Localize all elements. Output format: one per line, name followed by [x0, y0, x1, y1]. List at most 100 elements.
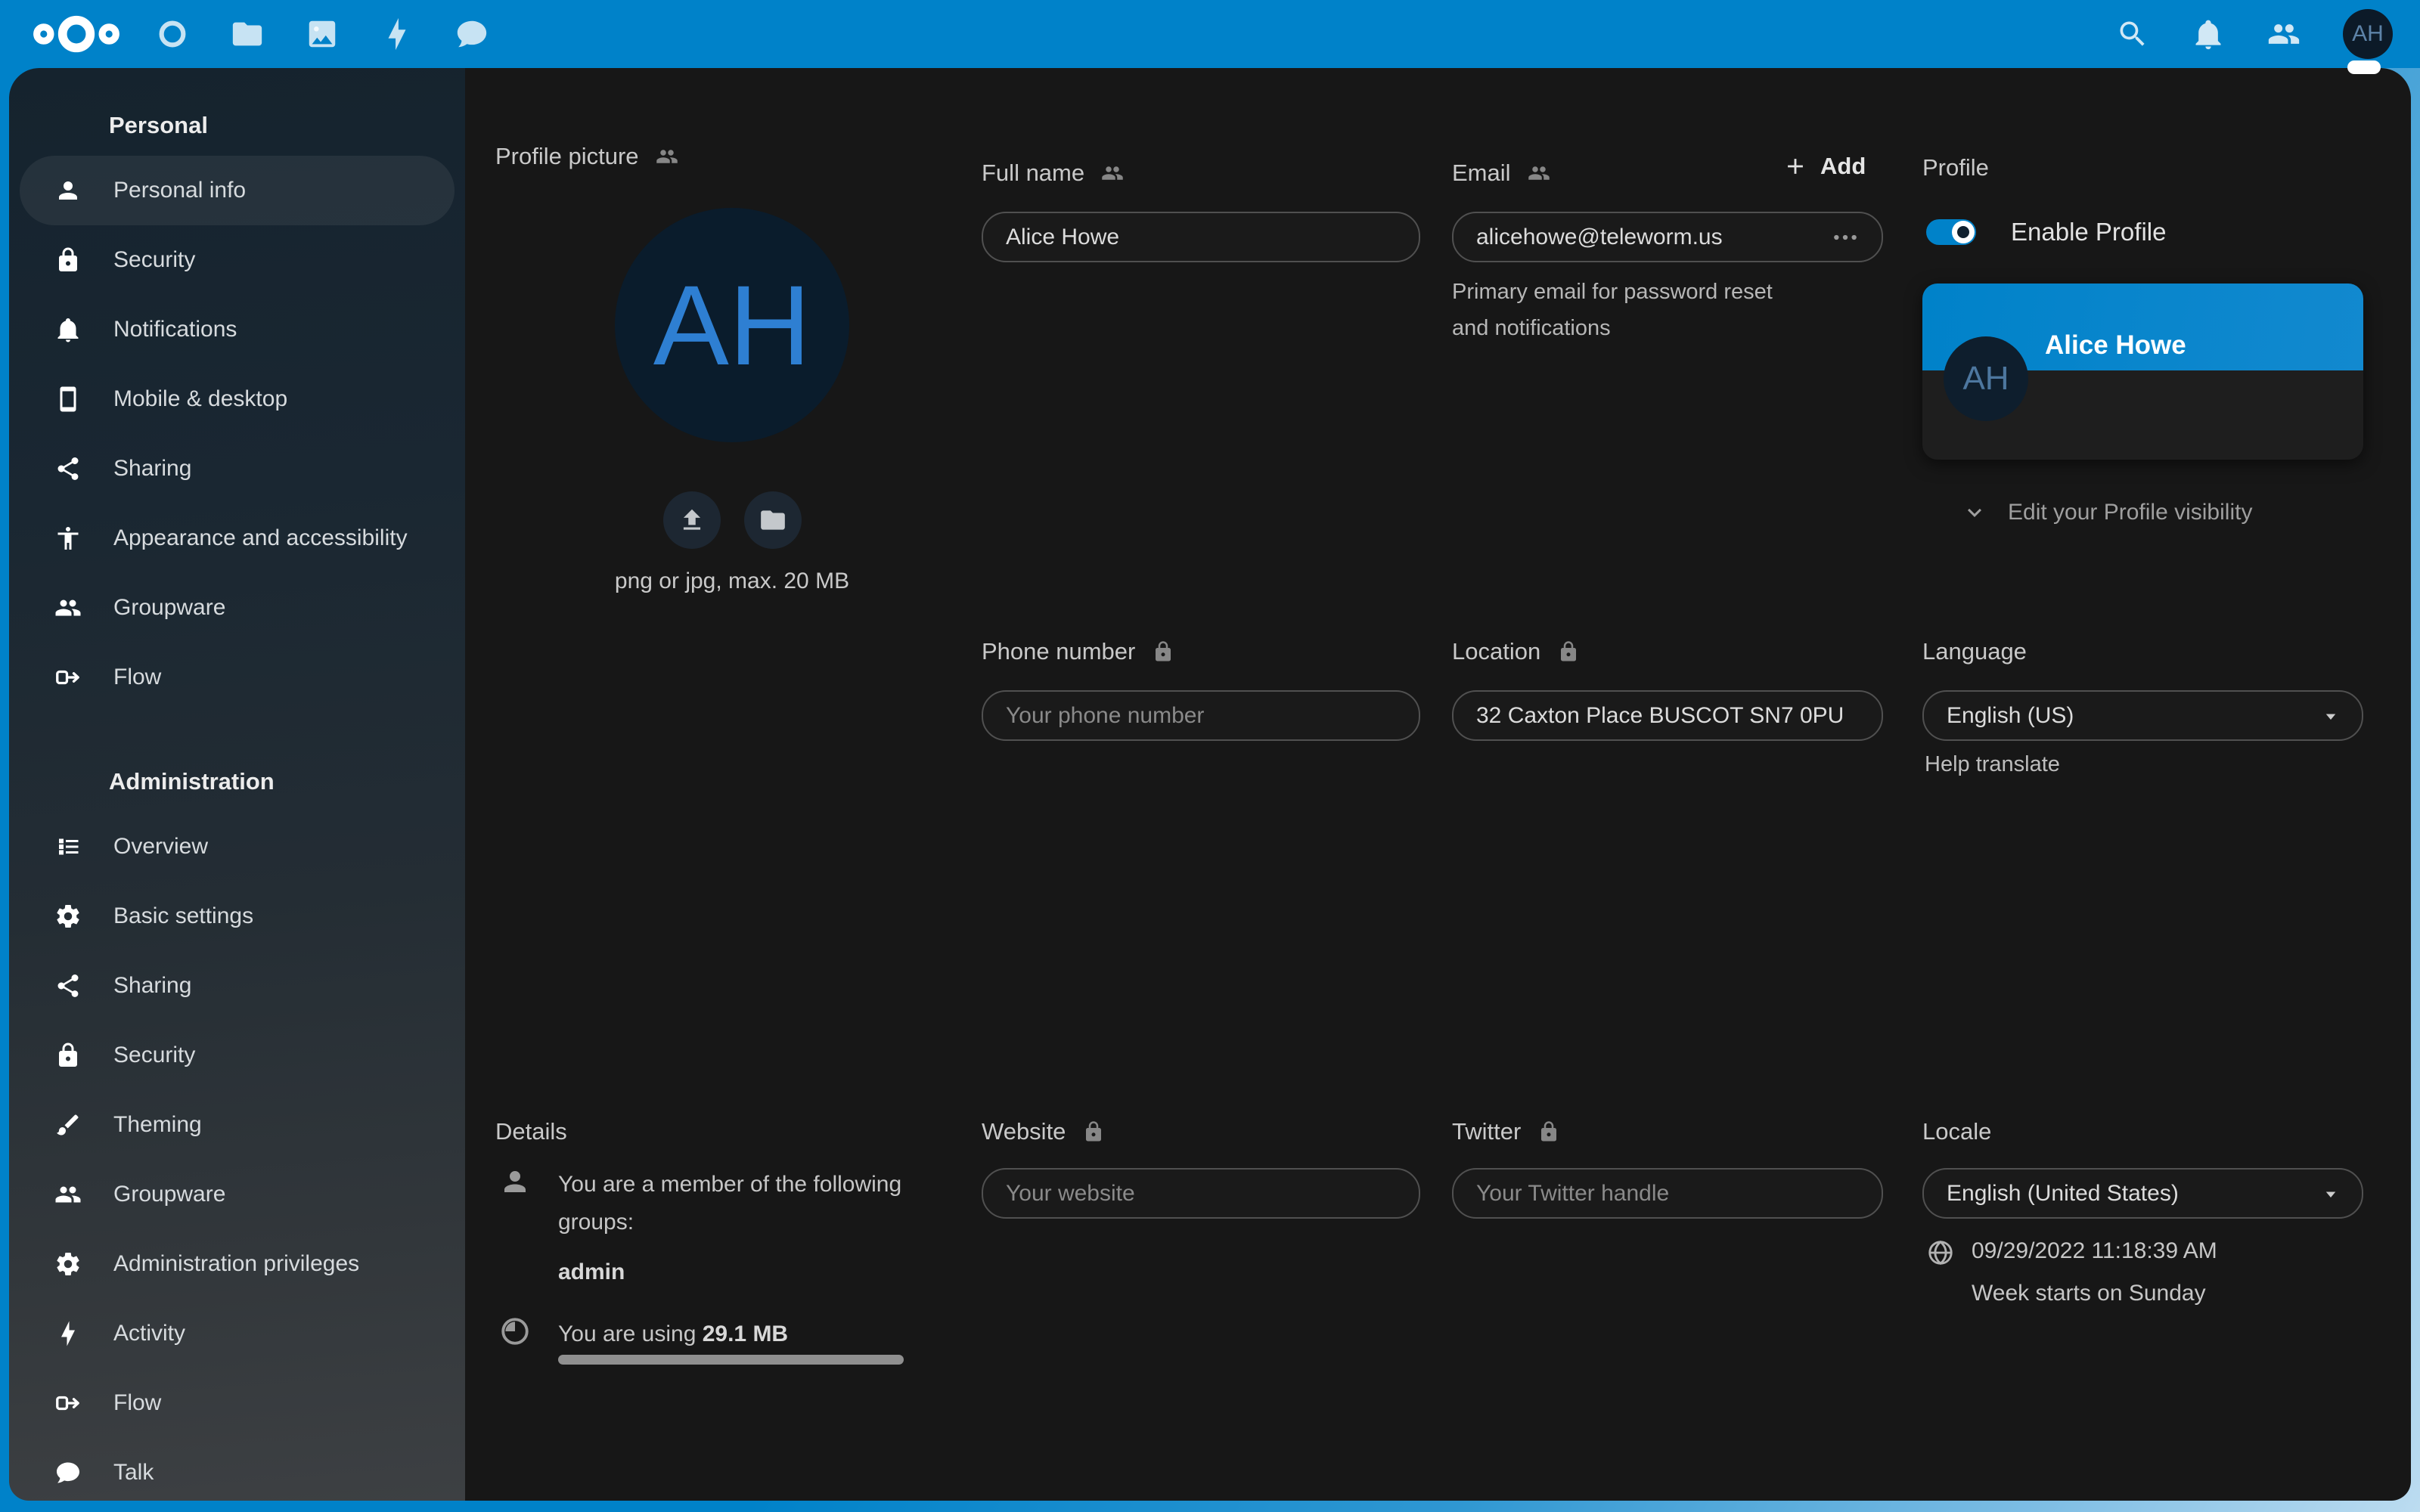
sidebar-item-mobile-desktop[interactable]: Mobile & desktop	[20, 364, 455, 434]
sidebar-item-admin-security[interactable]: Security	[20, 1021, 455, 1090]
sidebar-item-talk[interactable]: Talk	[20, 1438, 455, 1501]
cellphone-icon	[54, 386, 82, 413]
upload-icon	[678, 506, 706, 534]
scope-contacts-icon[interactable]	[1101, 162, 1124, 184]
personal-info-panel: Profile picture AH png or jpg, max. 20 M…	[465, 68, 2411, 1501]
quota-detail: You are using 29.1 MB	[499, 1315, 788, 1353]
help-translate-link[interactable]: Help translate	[1925, 752, 2060, 777]
bell-icon	[54, 316, 82, 343]
sidebar-item-overview[interactable]: Overview	[20, 812, 455, 881]
profile-picture-label-row: Profile picture	[495, 140, 678, 173]
personal-section-heading: Personal	[9, 95, 465, 156]
folder-icon	[759, 506, 787, 534]
twitter-label-row: Twitter	[1452, 1115, 1560, 1148]
email-input[interactable]	[1475, 224, 1830, 251]
email-helper-text: Primary email for password reset and not…	[1452, 274, 1807, 346]
files-app-icon[interactable]	[230, 17, 265, 51]
chevron-down-icon	[1961, 499, 1988, 526]
globe-icon	[1926, 1238, 1955, 1267]
sidebar-item-admin-flow[interactable]: Flow	[20, 1368, 455, 1438]
enable-profile-label: Enable Profile	[2011, 218, 2166, 246]
sidebar-item-theming[interactable]: Theming	[20, 1090, 455, 1160]
contacts-icon[interactable]	[2267, 17, 2301, 51]
profile-avatar: AH	[615, 208, 849, 442]
full-name-input[interactable]	[1004, 224, 1398, 251]
groups-detail: You are a member of the following groups…	[499, 1166, 923, 1241]
full-name-label: Full name	[982, 160, 1084, 187]
account-icon	[54, 177, 82, 204]
sidebar-item-appearance[interactable]: Appearance and accessibility	[20, 503, 455, 573]
contacts-icon	[54, 1181, 82, 1208]
choose-from-files-button[interactable]	[744, 491, 802, 549]
dashboard-app-icon[interactable]	[155, 17, 190, 51]
profile-picture-label: Profile picture	[495, 143, 639, 170]
phone-input[interactable]	[1004, 702, 1398, 730]
top-bar: AH	[0, 0, 2420, 68]
scope-lock-icon[interactable]	[1152, 640, 1174, 663]
user-menu-avatar[interactable]: AH	[2343, 9, 2393, 59]
accessibility-icon	[54, 525, 82, 552]
talk-app-icon[interactable]	[455, 17, 489, 51]
profile-card-name: Alice Howe	[2045, 330, 2186, 361]
gear-account-icon	[54, 1250, 82, 1278]
sidebar-item-admin-sharing[interactable]: Sharing	[20, 951, 455, 1021]
add-email-button[interactable]: Add	[1782, 153, 1866, 180]
scope-lock-icon[interactable]	[1082, 1120, 1105, 1143]
profile-card-avatar: AH	[1944, 336, 2028, 421]
search-icon[interactable]	[2116, 17, 2149, 51]
account-icon	[499, 1166, 531, 1198]
email-field-wrap	[1452, 212, 1883, 262]
lock-icon	[54, 1042, 82, 1069]
notifications-bell-icon[interactable]	[2192, 17, 2225, 51]
website-input[interactable]	[1004, 1180, 1398, 1207]
enable-profile-toggle[interactable]	[1926, 219, 1976, 245]
sidebar-item-flow[interactable]: Flow	[20, 643, 455, 712]
scope-lock-icon[interactable]	[1537, 1120, 1560, 1143]
profile-heading: Profile	[1922, 151, 1989, 184]
location-input[interactable]	[1475, 702, 1860, 730]
website-label: Website	[982, 1118, 1066, 1145]
sidebar-item-sharing[interactable]: Sharing	[20, 434, 455, 503]
scope-contacts-icon[interactable]	[656, 145, 678, 168]
sidebar-item-basic-settings[interactable]: Basic settings	[20, 881, 455, 951]
dropdown-arrow-icon	[2319, 705, 2342, 727]
locale-label-row: Locale	[1922, 1115, 1991, 1148]
app-menu	[155, 0, 489, 68]
edit-profile-visibility[interactable]: Edit your Profile visibility	[1961, 499, 2252, 526]
location-field-wrap	[1452, 690, 1883, 741]
full-name-field-wrap	[982, 212, 1420, 262]
twitter-field-wrap	[1452, 1168, 1883, 1219]
language-label-row: Language	[1922, 635, 2027, 668]
sidebar-item-admin-groupware[interactable]: Groupware	[20, 1160, 455, 1229]
sidebar-item-notifications[interactable]: Notifications	[20, 295, 455, 364]
quota-progress-bar	[558, 1355, 904, 1365]
nextcloud-logo[interactable]	[30, 11, 123, 57]
sidebar-item-activity[interactable]: Activity	[20, 1299, 455, 1368]
lightning-icon	[54, 1320, 82, 1347]
scope-contacts-icon[interactable]	[1528, 162, 1550, 184]
location-label: Location	[1452, 638, 1540, 665]
settings-sidebar: Personal Personal info Security Notifica…	[9, 68, 465, 1501]
sidebar-item-admin-privileges[interactable]: Administration privileges	[20, 1229, 455, 1299]
photos-app-icon[interactable]	[305, 17, 340, 51]
locale-datetime: 09/29/2022 11:18:39 AM	[1972, 1238, 2217, 1264]
email-options-menu-icon[interactable]	[1830, 222, 1860, 253]
twitter-input[interactable]	[1475, 1180, 1860, 1207]
sidebar-item-groupware[interactable]: Groupware	[20, 573, 455, 643]
upload-avatar-button[interactable]	[663, 491, 721, 549]
user-menu-open-indicator	[2347, 60, 2381, 74]
app-body: Personal Personal info Security Notifica…	[9, 68, 2411, 1501]
week-start-note: Week starts on Sunday	[1972, 1281, 2206, 1306]
sidebar-item-personal-info[interactable]: Personal info	[20, 156, 455, 225]
full-name-label-row: Full name	[982, 156, 1124, 190]
flow-icon	[54, 664, 82, 691]
sidebar-item-security[interactable]: Security	[20, 225, 455, 295]
locale-select[interactable]: English (United States)	[1922, 1168, 2363, 1219]
language-label: Language	[1922, 638, 2027, 665]
locale-datetime-row: 09/29/2022 11:18:39 AM	[1926, 1238, 2217, 1267]
phone-label-row: Phone number	[982, 635, 1174, 668]
email-label: Email	[1452, 160, 1511, 187]
activity-app-icon[interactable]	[380, 17, 414, 51]
scope-lock-icon[interactable]	[1557, 640, 1580, 663]
language-select[interactable]: English (US)	[1922, 690, 2363, 741]
